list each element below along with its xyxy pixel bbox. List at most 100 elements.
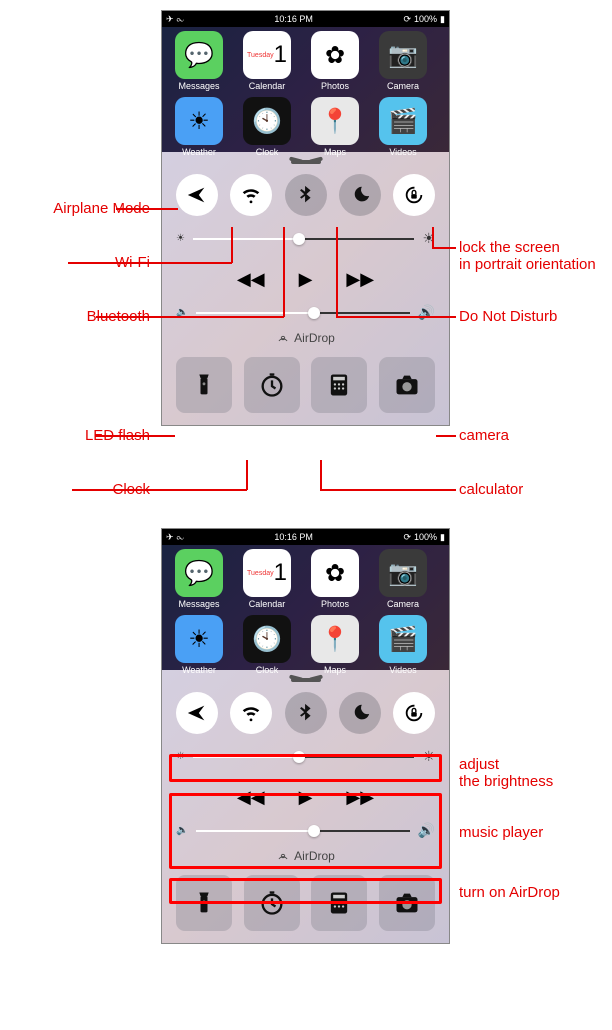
callout-calculator: calculator [459,481,559,498]
app-maps[interactable]: 📍 Maps [304,615,366,675]
rotation-lock-status-icon: ⟳ [403,532,411,543]
callout-rotation-lock: lock the screen in portrait orientation [459,239,609,274]
highlight-airdrop [169,878,442,904]
highlight-brightness [169,754,442,782]
battery-icon: ▮ [440,14,445,25]
app-label: Camera [387,599,419,609]
brightness-slider[interactable]: ☀ ☀ [176,230,435,247]
app-icon: ☀ [175,615,223,663]
media-controls: ◀◀ ▶ ▶▶ [176,269,435,290]
flashlight-shortcut[interactable] [176,357,232,413]
rotation-lock-toggle[interactable] [393,174,435,216]
highlight-music [169,793,442,869]
status-battery: 100% [414,14,437,24]
app-clock[interactable]: 🕙 Clock [236,615,298,675]
app-icon: 🎬 [379,615,427,663]
status-bar: ✈⧜ 10:16 PM ⟳100%▮ [162,11,449,27]
toggle-row [176,692,435,734]
airplane-status-icon: ✈ [166,532,174,543]
status-bar: ✈⧜ 10:16 PM ⟳100%▮ [162,529,449,545]
bluetooth-toggle[interactable] [285,174,327,216]
app-label: Photos [321,599,349,609]
bluetooth-toggle[interactable] [285,692,327,734]
airplane-toggle[interactable] [176,692,218,734]
app-maps[interactable]: 📍Maps [304,97,366,157]
volume-slider[interactable]: 🔈 🔊 [176,304,435,321]
app-label: Messages [178,599,219,609]
status-time: 10:16 PM [274,14,313,24]
control-center: ☀ ☀ ◀◀ ▶ ▶▶ 🔈 🔊 AirDrop [162,152,449,425]
app-icon: 📍 [311,615,359,663]
calculator-shortcut[interactable] [311,357,367,413]
app-messages[interactable]: 💬 Messages [168,549,230,609]
app-label: Videos [389,665,416,675]
callout-dnd: Do Not Disturb [459,308,599,325]
app-camera[interactable]: 📷Camera [372,31,434,91]
app-camera[interactable]: 📷 Camera [372,549,434,609]
play-button[interactable]: ▶ [299,269,313,290]
brightness-low-icon: ☀ [176,233,185,244]
app-calendar[interactable]: Tuesday1 Calendar [236,31,298,91]
dnd-toggle[interactable] [339,174,381,216]
app-label: Weather [182,665,216,675]
app-messages[interactable]: 💬 Messages [168,31,230,91]
status-time: 10:16 PM [274,532,313,542]
airplane-status-icon: ✈ [166,14,174,25]
app-calendar[interactable]: Tuesday1 Calendar [236,549,298,609]
phone-screenshot-1: ✈⧜ 10:16 PM ⟳100%▮ 💬 Messages Tuesday1 Cale… [161,10,450,426]
app-icon: Tuesday1 [243,31,291,79]
app-label: Calendar [249,599,286,609]
app-label: Weather [182,147,216,157]
app-icon: 🎬 [379,97,427,145]
app-icon: ✿ [311,549,359,597]
grabber-handle[interactable] [291,160,321,164]
app-icon: 📷 [379,549,427,597]
status-battery: 100% [414,532,437,542]
app-label: Maps [324,147,346,157]
home-screen: 💬 Messages Tuesday1 Calendar ✿Photos📷Camera ☀… [162,27,449,152]
app-icon: 💬 [175,549,223,597]
forward-button[interactable]: ▶▶ [346,269,374,290]
app-photos[interactable]: ✿ Photos [304,549,366,609]
app-weather[interactable]: ☀ Weather [168,615,230,675]
shortcut-row [176,357,435,413]
app-icon: 💬 [175,31,223,79]
rotation-lock-toggle[interactable] [393,692,435,734]
app-label: Videos [389,147,416,157]
home-screen: 💬 Messages Tuesday1 Calendar ✿ Photos 📷 Camera ☀… [162,545,449,670]
app-videos[interactable]: 🎬 Videos [372,615,434,675]
callout-camera: camera [459,427,559,444]
app-weather[interactable]: ☀ Weather [168,97,230,157]
wifi-toggle[interactable] [230,174,272,216]
toggle-row [176,174,435,216]
volume-high-icon: 🔊 [418,304,435,321]
callout-brightness: adjust the brightness [459,756,599,791]
app-label: Camera [387,81,419,91]
app-label: Photos [321,81,349,91]
app-label: Maps [324,665,346,675]
airplane-toggle[interactable] [176,174,218,216]
wifi-status-icon: ⧜ [177,14,184,25]
app-icon: 🕙 [243,615,291,663]
app-label: Calendar [249,81,286,91]
camera-shortcut[interactable] [379,357,435,413]
app-label: Clock [256,147,279,157]
app-clock[interactable]: 🕙Clock [236,97,298,157]
app-label: Messages [178,81,219,91]
callout-airdrop: turn on AirDrop [459,884,599,901]
callout-music: music player [459,824,599,841]
rewind-button[interactable]: ◀◀ [237,269,265,290]
wifi-status-icon: ⧜ [177,532,184,543]
app-label: Clock [256,665,279,675]
clock-shortcut[interactable] [244,357,300,413]
rotation-lock-status-icon: ⟳ [403,14,411,25]
battery-icon: ▮ [440,532,445,543]
app-icon: Tuesday1 [243,549,291,597]
wifi-toggle[interactable] [230,692,272,734]
app-videos[interactable]: 🎬 Videos [372,97,434,157]
app-icon: ☀ [175,97,223,145]
airdrop-button[interactable]: AirDrop [176,331,435,345]
app-photos[interactable]: ✿Photos [304,31,366,91]
grabber-handle[interactable] [291,678,321,682]
dnd-toggle[interactable] [339,692,381,734]
